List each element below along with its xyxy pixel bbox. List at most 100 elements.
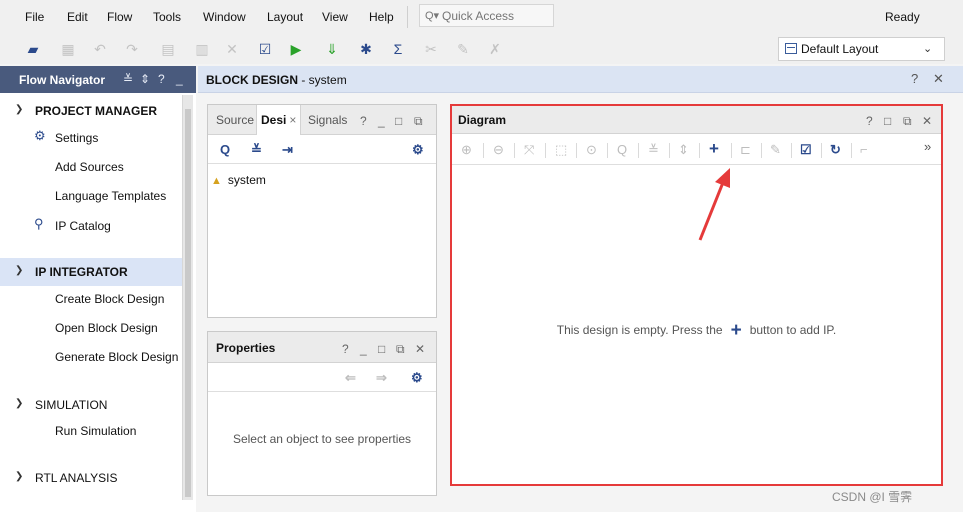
- menu-edit[interactable]: Edit: [67, 10, 88, 24]
- tree-item-system[interactable]: ▲ system: [211, 173, 266, 187]
- help-icon[interactable]: ?: [866, 114, 873, 128]
- nav-section-rtl-analysis[interactable]: ❯ RTL ANALYSIS: [0, 468, 182, 488]
- float-icon[interactable]: ⧉: [903, 114, 912, 129]
- zoom-out-icon[interactable]: ⊖: [493, 142, 504, 158]
- flow-navigator-scrollbar[interactable]: [182, 95, 193, 500]
- paste-icon[interactable]: ▥: [193, 40, 211, 58]
- properties-toolbar: ⇐ ⇒ ⚙: [208, 364, 436, 392]
- nav-item-run-simulation[interactable]: Run Simulation: [55, 424, 136, 438]
- add-module-icon[interactable]: ⊏: [740, 142, 751, 158]
- close-icon[interactable]: ✕: [415, 342, 425, 356]
- add-ip-icon[interactable]: +: [709, 139, 719, 159]
- menu-help[interactable]: Help: [369, 10, 394, 24]
- collapse-all-icon[interactable]: ≚: [648, 142, 659, 158]
- float-icon[interactable]: ⧉: [414, 114, 423, 129]
- quick-access-input[interactable]: [442, 7, 550, 24]
- quick-access-box[interactable]: Q▾: [419, 4, 554, 27]
- zoom-fit-icon[interactable]: ⤧: [524, 142, 534, 158]
- crosshair-icon[interactable]: ⊙: [586, 142, 597, 158]
- toolbar-separator: [514, 143, 515, 158]
- run-synthesis-icon[interactable]: ⇓: [323, 40, 341, 58]
- save-icon[interactable]: ▦: [59, 40, 77, 58]
- expand-all-icon[interactable]: ⇕: [140, 72, 150, 86]
- tab-signals[interactable]: Signals: [308, 113, 347, 127]
- search-icon[interactable]: Q: [220, 142, 230, 157]
- menu-layout[interactable]: Layout: [267, 10, 303, 24]
- sigma-icon[interactable]: Σ: [389, 40, 407, 58]
- menu-view[interactable]: View: [322, 10, 348, 24]
- nav-item-settings[interactable]: Settings: [55, 131, 98, 145]
- run-icon[interactable]: ▶: [287, 40, 305, 58]
- undo-icon[interactable]: ↶: [91, 40, 109, 58]
- nav-item-create-block-design[interactable]: Create Block Design: [55, 292, 164, 306]
- gear-icon[interactable]: ⚙: [412, 142, 424, 158]
- nav-section-simulation[interactable]: ❯ SIMULATION: [0, 395, 182, 415]
- menu-window[interactable]: Window: [203, 10, 246, 24]
- toolbar-separator: [483, 143, 484, 158]
- expand-all-icon[interactable]: ⇕: [678, 142, 689, 158]
- help-icon[interactable]: ?: [158, 72, 165, 86]
- help-icon[interactable]: ?: [342, 342, 349, 356]
- layout-select[interactable]: Default Layout ⌄: [778, 37, 945, 61]
- nav-item-generate-block-design[interactable]: Generate Block Design: [55, 350, 178, 364]
- pin-icon[interactable]: ⌐: [860, 142, 868, 157]
- maximize-icon[interactable]: □: [395, 114, 402, 128]
- gear-icon[interactable]: ⚙: [411, 370, 423, 386]
- nav-section-ip-integrator[interactable]: ❯ IP INTEGRATOR: [0, 258, 182, 286]
- regenerate-layout-icon[interactable]: ↻: [830, 142, 841, 158]
- zoom-in-icon[interactable]: ⊕: [461, 142, 472, 158]
- layout-select-value: Default Layout: [801, 42, 879, 56]
- properties-empty-text: Select an object to see properties: [232, 432, 412, 446]
- menu-tools[interactable]: Tools: [153, 10, 181, 24]
- collapse-all-icon[interactable]: ≚: [123, 72, 133, 86]
- nav-item-language-templates[interactable]: Language Templates: [55, 189, 166, 203]
- add-ip-inline-icon[interactable]: +: [731, 320, 742, 342]
- toolbar-separator: [731, 143, 732, 158]
- delete-icon[interactable]: ✕: [223, 40, 241, 58]
- flow-navigator-header: Flow Navigator ≚ ⇕ ? _: [0, 66, 196, 93]
- close-icon[interactable]: ✕: [933, 71, 944, 87]
- edit-icon[interactable]: ✎: [454, 40, 472, 58]
- minimize-icon[interactable]: _: [378, 114, 385, 128]
- close-icon[interactable]: ×: [289, 113, 296, 127]
- back-icon[interactable]: ⇐: [345, 370, 356, 386]
- minimize-icon[interactable]: _: [176, 72, 183, 86]
- copy-icon[interactable]: ▤: [159, 40, 177, 58]
- float-icon[interactable]: ⧉: [396, 342, 405, 357]
- nav-section-project-manager[interactable]: ❯ PROJECT MANAGER: [0, 101, 182, 121]
- collapse-all-icon[interactable]: ≚: [251, 142, 262, 158]
- open-project-icon[interactable]: ▰: [24, 40, 42, 58]
- maximize-icon[interactable]: □: [378, 342, 385, 356]
- disconnect-icon[interactable]: ✗: [486, 40, 504, 58]
- validate-icon[interactable]: ☑: [256, 40, 274, 58]
- nav-item-ip-catalog[interactable]: IP Catalog: [55, 219, 111, 233]
- annotation-arrow-icon: [698, 168, 730, 241]
- minimize-icon[interactable]: _: [360, 342, 367, 356]
- nav-item-add-sources[interactable]: Add Sources: [55, 160, 124, 174]
- block-design-title: BLOCK DESIGN - system: [206, 73, 347, 87]
- settings-icon[interactable]: ✱: [357, 40, 375, 58]
- nav-item-open-block-design[interactable]: Open Block Design: [55, 321, 158, 335]
- toolbar-separator: [851, 143, 852, 158]
- diagram-title: Diagram: [458, 113, 507, 127]
- redo-icon[interactable]: ↷: [123, 40, 141, 58]
- maximize-icon[interactable]: □: [884, 114, 891, 128]
- menu-file[interactable]: File: [25, 10, 44, 24]
- wrench-icon[interactable]: ✎: [770, 142, 781, 158]
- cut-icon[interactable]: ✂: [422, 40, 440, 58]
- expand-icon[interactable]: ⇥: [282, 142, 293, 158]
- help-icon[interactable]: ?: [360, 114, 367, 128]
- validate-design-icon[interactable]: ☑: [800, 142, 812, 158]
- help-icon[interactable]: ?: [911, 71, 918, 86]
- zoom-area-icon[interactable]: ⬚: [555, 142, 567, 158]
- search-icon[interactable]: Q: [617, 142, 627, 157]
- close-icon[interactable]: ✕: [922, 114, 932, 128]
- toolbar-separator: [576, 143, 577, 158]
- layout-icon: [785, 43, 797, 54]
- menu-flow[interactable]: Flow: [107, 10, 132, 24]
- menu-divider: [407, 6, 408, 28]
- tab-source[interactable]: Source: [216, 113, 254, 127]
- overflow-icon[interactable]: »: [924, 139, 931, 154]
- tab-design[interactable]: Desi ×: [256, 105, 302, 135]
- forward-icon[interactable]: ⇒: [376, 370, 387, 386]
